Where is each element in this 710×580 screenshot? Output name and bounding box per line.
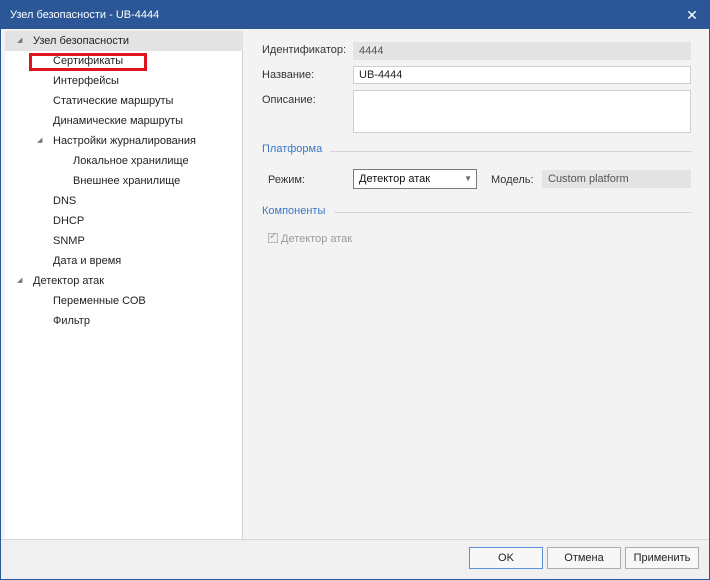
platform-section-title: Платформа xyxy=(262,143,323,155)
components-section-divider xyxy=(334,212,692,213)
collapse-triangle-icon[interactable]: ◢ xyxy=(17,31,27,51)
window-title: Узел безопасности - UB-4444 xyxy=(10,9,160,21)
tree-item-label: Дата и время xyxy=(53,255,122,267)
tree-item-ids-variables[interactable]: Переменные СОВ xyxy=(53,291,146,311)
properties-form: Идентификатор: 4444 Название: UB-4444 Оп… xyxy=(244,31,708,539)
tree-item-label: Фильтр xyxy=(53,315,90,327)
model-label: Модель: xyxy=(491,174,534,186)
tree-item-label: DNS xyxy=(53,195,77,207)
mode-select-value: Детектор атак xyxy=(359,173,431,185)
tree-item-local-storage[interactable]: Локальное хранилище xyxy=(73,151,189,171)
name-field[interactable]: UB-4444 xyxy=(353,66,691,84)
tree-item-label: Настройки журналирования xyxy=(53,135,196,147)
tree-item-label: Локальное хранилище xyxy=(73,155,189,167)
checkmark-icon: ✓ xyxy=(269,231,278,242)
tree-item-certificates[interactable]: Сертификаты xyxy=(53,51,123,71)
tree-item-label: Внешнее хранилище xyxy=(73,175,181,187)
tree-item-interfaces[interactable]: Интерфейсы xyxy=(53,71,119,91)
tree-item-label: Сертификаты xyxy=(53,55,124,67)
platform-section-divider xyxy=(330,151,692,152)
apply-button[interactable]: Применить xyxy=(625,547,699,569)
tree-item-attack-detector[interactable]: ◢ Детектор атак xyxy=(17,271,217,291)
chevron-down-icon[interactable]: ▼ xyxy=(464,170,472,188)
navigation-tree: ◢ Узел безопасности Сертификаты Интерфей… xyxy=(5,31,243,539)
tree-item-label: Узел безопасности xyxy=(33,35,130,47)
tree-item-label: Статические маршруты xyxy=(53,95,174,107)
tree-item-dns[interactable]: DNS xyxy=(53,191,76,211)
description-field[interactable] xyxy=(353,90,691,133)
tree-item-label: DHCP xyxy=(53,215,85,227)
tree-item-snmp[interactable]: SNMP xyxy=(53,231,85,251)
collapse-triangle-icon[interactable]: ◢ xyxy=(37,131,47,151)
tree-item-dynamic-routes[interactable]: Динамические маршруты xyxy=(53,111,183,131)
tree-item-label: Переменные СОВ xyxy=(53,295,146,307)
name-label: Название: xyxy=(262,69,315,81)
identifier-field: 4444 xyxy=(353,42,691,60)
tree-item-external-storage[interactable]: Внешнее хранилище xyxy=(73,171,180,191)
identifier-label: Идентификатор: xyxy=(262,44,347,56)
tree-item-label: SNMP xyxy=(53,235,85,247)
tree-item-label: Динамические маршруты xyxy=(53,115,184,127)
tree-item-filter[interactable]: Фильтр xyxy=(53,311,90,331)
cancel-button[interactable]: Отмена xyxy=(547,547,621,569)
tree-item-static-routes[interactable]: Статические маршруты xyxy=(53,91,173,111)
components-section-title: Компоненты xyxy=(262,205,326,217)
tree-item-date-time[interactable]: Дата и время xyxy=(53,251,121,271)
ids-component-label: Детектор атак xyxy=(281,233,353,245)
tree-item-label: Интерфейсы xyxy=(53,75,119,87)
model-field: Custom platform xyxy=(542,170,691,188)
close-icon[interactable]: ✕ xyxy=(683,6,701,24)
mode-label: Режим: xyxy=(268,174,305,186)
description-label: Описание: xyxy=(262,94,316,106)
title-bar: Узел безопасности - UB-4444 ✕ xyxy=(1,1,709,29)
dialog-footer: OK Отмена Применить xyxy=(1,539,709,579)
ids-component-checkbox: ✓ xyxy=(268,231,278,243)
tree-item-dhcp[interactable]: DHCP xyxy=(53,211,84,231)
ok-button[interactable]: OK xyxy=(469,547,543,569)
tree-item-security-node[interactable]: ◢ Узел безопасности xyxy=(5,31,243,51)
collapse-triangle-icon[interactable]: ◢ xyxy=(17,271,27,291)
mode-select[interactable]: Детектор атак ▼ xyxy=(353,169,477,189)
tree-item-logging-settings[interactable]: ◢ Настройки журналирования xyxy=(37,131,237,151)
ids-component-checkbox-row: ✓ Детектор атак xyxy=(268,231,353,245)
dialog-window: Узел безопасности - UB-4444 ✕ ◢ Узел без… xyxy=(0,0,710,580)
tree-item-label: Детектор атак xyxy=(33,275,105,287)
